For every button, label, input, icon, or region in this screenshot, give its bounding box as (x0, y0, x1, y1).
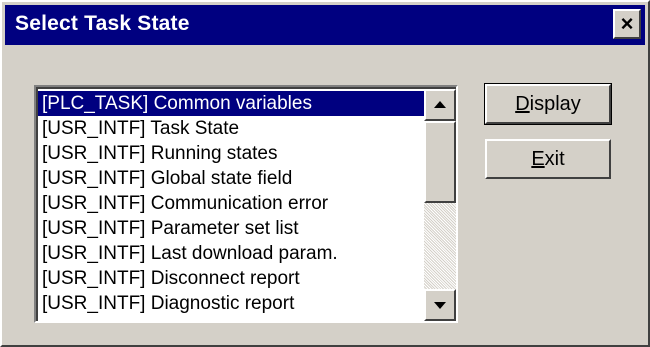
close-button[interactable]: × (613, 9, 641, 39)
exit-button[interactable]: Exit (485, 139, 611, 179)
list-item[interactable]: [USR_INTF] Communication error (38, 191, 424, 216)
list-item[interactable]: [USR_INTF] Running states (38, 141, 424, 166)
display-mnemonic: D (515, 93, 530, 115)
list-item[interactable]: [USR_INTF] Disconnect report (38, 266, 424, 291)
close-icon: × (620, 11, 634, 36)
listbox-inner: [PLC_TASK] Common variables [USR_INTF] T… (36, 87, 456, 321)
list-item[interactable]: [PLC_TASK] Common variables (38, 91, 424, 116)
task-state-listbox[interactable]: [PLC_TASK] Common variables [USR_INTF] T… (34, 85, 458, 323)
list-item[interactable]: [USR_INTF] Diagnostic report (38, 291, 424, 316)
list-item[interactable]: [USR_INTF] Last download param. (38, 241, 424, 266)
display-button[interactable]: Display (484, 83, 612, 125)
scroll-thumb[interactable] (424, 121, 456, 203)
arrow-up-icon (434, 101, 446, 108)
arrow-down-icon (434, 302, 446, 309)
scroll-down-button[interactable] (424, 289, 456, 321)
window-title: Select Task State (15, 12, 190, 35)
list-item[interactable]: [USR_INTF] Global state field (38, 166, 424, 191)
scroll-up-button[interactable] (424, 89, 456, 121)
list-item[interactable]: [USR_INTF] Task State (38, 116, 424, 141)
select-task-state-dialog: Select Task State × [PLC_TASK] Common va… (0, 0, 650, 347)
list-item[interactable]: [USR_INTF] Parameter set list (38, 216, 424, 241)
display-label-rest: isplay (529, 93, 581, 115)
vertical-scrollbar[interactable] (424, 89, 456, 321)
exit-mnemonic: E (531, 148, 545, 170)
exit-label-rest: xit (544, 148, 565, 170)
listbox-items: [PLC_TASK] Common variables [USR_INTF] T… (38, 91, 424, 316)
title-bar[interactable]: Select Task State × (5, 5, 645, 45)
